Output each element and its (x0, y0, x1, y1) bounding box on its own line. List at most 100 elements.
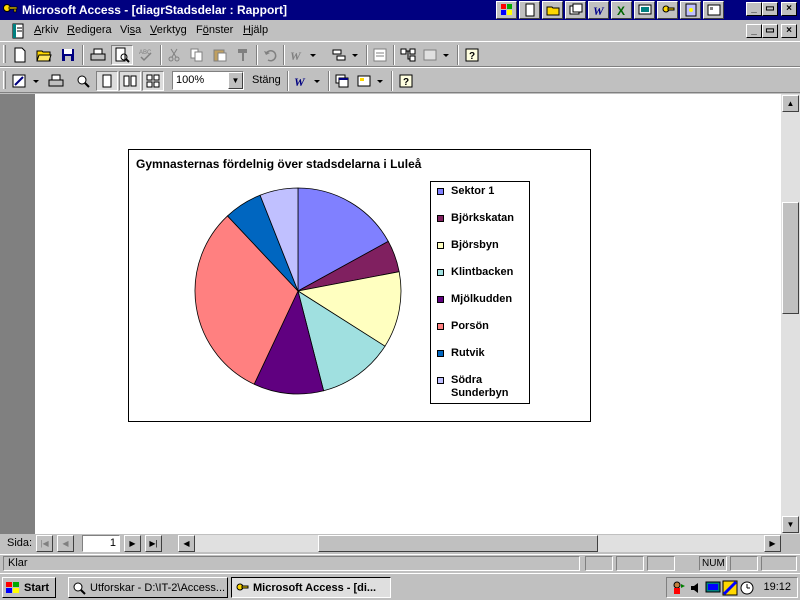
save-button[interactable] (57, 45, 79, 65)
menu-arkiv[interactable]: Arkiv (34, 24, 58, 37)
new-button[interactable] (9, 45, 31, 65)
page-number-field[interactable]: 1 (82, 535, 120, 552)
standard-toolbar: ABC W ? (0, 41, 800, 67)
word-icon[interactable]: W (588, 1, 609, 19)
print-button[interactable] (87, 45, 109, 65)
restore-button[interactable]: ▭ (762, 2, 778, 16)
next-page-button[interactable]: ▶ (124, 535, 141, 552)
design-view-icon (12, 74, 39, 88)
open-button[interactable] (33, 45, 55, 65)
undo-button[interactable] (259, 45, 281, 65)
new-object-button[interactable] (420, 45, 454, 65)
help-button[interactable]: ? (461, 45, 483, 65)
schedule-icon[interactable] (703, 1, 724, 19)
last-page-button[interactable]: ▶| (145, 535, 162, 552)
windows-icon[interactable] (565, 1, 586, 19)
display-icon[interactable] (705, 580, 721, 596)
analyze-button[interactable] (329, 45, 363, 65)
scroll-right-button[interactable]: ▶ (764, 535, 781, 552)
close-button[interactable]: × (781, 2, 797, 16)
toolbar-grip[interactable] (3, 45, 6, 63)
database-window-button[interactable] (331, 71, 353, 91)
doc-close-button[interactable]: × (781, 24, 797, 38)
copy-button[interactable] (186, 45, 208, 65)
access-key-icon[interactable] (2, 2, 18, 18)
legend-label: Klintbacken (451, 266, 514, 278)
toolbar-grip[interactable] (3, 71, 6, 89)
access-icon[interactable] (657, 1, 678, 19)
excel-icon[interactable]: X (611, 1, 632, 19)
status-pane (585, 556, 613, 571)
svg-text:W: W (290, 49, 302, 62)
paste-button[interactable] (209, 45, 231, 65)
officelinks-button[interactable]: W (287, 45, 321, 65)
access-key-icon (236, 583, 249, 590)
speaker-icon[interactable] (689, 580, 705, 596)
print-preview-toolbar: 100% ▼ Stäng W ? (0, 67, 800, 93)
undo-icon (264, 50, 277, 62)
menu-hjalp[interactable]: Hjälp (243, 24, 268, 37)
clock-icon[interactable] (739, 580, 755, 596)
taskbar-clock[interactable]: 19:12 (763, 581, 791, 593)
print-button-2[interactable] (45, 71, 67, 91)
legend-label: Mjölkudden (451, 293, 513, 305)
menu-fonster[interactable]: Fönster (196, 24, 233, 37)
zoom-combo[interactable]: 100% ▼ (172, 71, 244, 90)
toolbar-separator (287, 71, 289, 91)
task-access[interactable]: Microsoft Access - [di... (231, 577, 391, 598)
new-object-button-2[interactable] (354, 71, 388, 91)
doc-minimize-button[interactable]: _ (746, 24, 762, 38)
start-button[interactable]: Start (2, 577, 56, 598)
horizontal-scroll-thumb[interactable] (318, 535, 598, 552)
cut-button[interactable] (163, 45, 185, 65)
format-painter-button[interactable] (232, 45, 254, 65)
doc-restore-button[interactable]: ▭ (762, 24, 778, 38)
open-document-icon[interactable] (542, 1, 563, 19)
new-file-icon (14, 47, 26, 63)
network-icon[interactable] (722, 580, 738, 596)
scroll-left-button[interactable]: ◀ (178, 535, 195, 552)
zoom-button[interactable] (72, 71, 94, 91)
multiple-pages-button[interactable] (142, 71, 164, 91)
print-preview-button[interactable] (111, 45, 133, 65)
scroll-down-button[interactable]: ▼ (782, 516, 799, 533)
scroll-up-button[interactable]: ▲ (782, 95, 799, 112)
new-document-icon[interactable] (519, 1, 540, 19)
previous-page-button[interactable]: ◀ (57, 535, 74, 552)
task-explorer[interactable]: Utforskar - D:\IT-2\Access... (68, 577, 228, 598)
database-window-icon (335, 74, 349, 88)
legend-swatch (437, 269, 444, 276)
minimize-button[interactable]: _ (746, 2, 762, 16)
close-preview-button[interactable]: Stäng (252, 74, 281, 86)
agent-icon[interactable] (671, 580, 687, 596)
officelinks-button-2[interactable]: W (291, 71, 325, 91)
toolbar-separator (160, 45, 162, 65)
view-button[interactable] (9, 71, 43, 91)
report-icon[interactable] (10, 23, 26, 39)
chart-frame[interactable]: Gymnasternas fördelnig över stadsdelarna… (128, 149, 591, 422)
powerpoint-icon[interactable] (634, 1, 655, 19)
menu-visa[interactable]: Visa (120, 24, 141, 37)
copy-icon (190, 48, 203, 62)
properties-button[interactable] (369, 45, 391, 65)
one-page-button[interactable] (96, 71, 118, 91)
page-label: Sida: (7, 537, 33, 549)
legend-swatch (437, 296, 444, 303)
horizontal-scrollbar[interactable]: ◀ ▶ (178, 535, 781, 552)
two-pages-button[interactable] (119, 71, 141, 91)
vertical-scrollbar[interactable]: ▲ ▼ (781, 94, 800, 534)
menu-redigera[interactable]: Redigera (67, 24, 112, 37)
chevron-down-icon[interactable]: ▼ (228, 72, 243, 89)
office-bar-icon[interactable] (496, 1, 517, 19)
toolbar-separator (328, 71, 330, 91)
report-page: Gymnasternas fördelnig över stadsdelarna… (35, 94, 781, 534)
spelling-button[interactable]: ABC (135, 45, 157, 65)
first-page-button[interactable]: |◀ (36, 535, 53, 552)
printer-icon (48, 74, 64, 87)
help-button-2[interactable]: ? (395, 71, 417, 91)
num-lock-indicator: NUM (699, 556, 727, 571)
binder-icon[interactable] (680, 1, 701, 19)
menu-verktyg[interactable]: Verktyg (150, 24, 187, 37)
vertical-scroll-thumb[interactable] (782, 202, 799, 314)
relationships-button[interactable] (397, 45, 419, 65)
